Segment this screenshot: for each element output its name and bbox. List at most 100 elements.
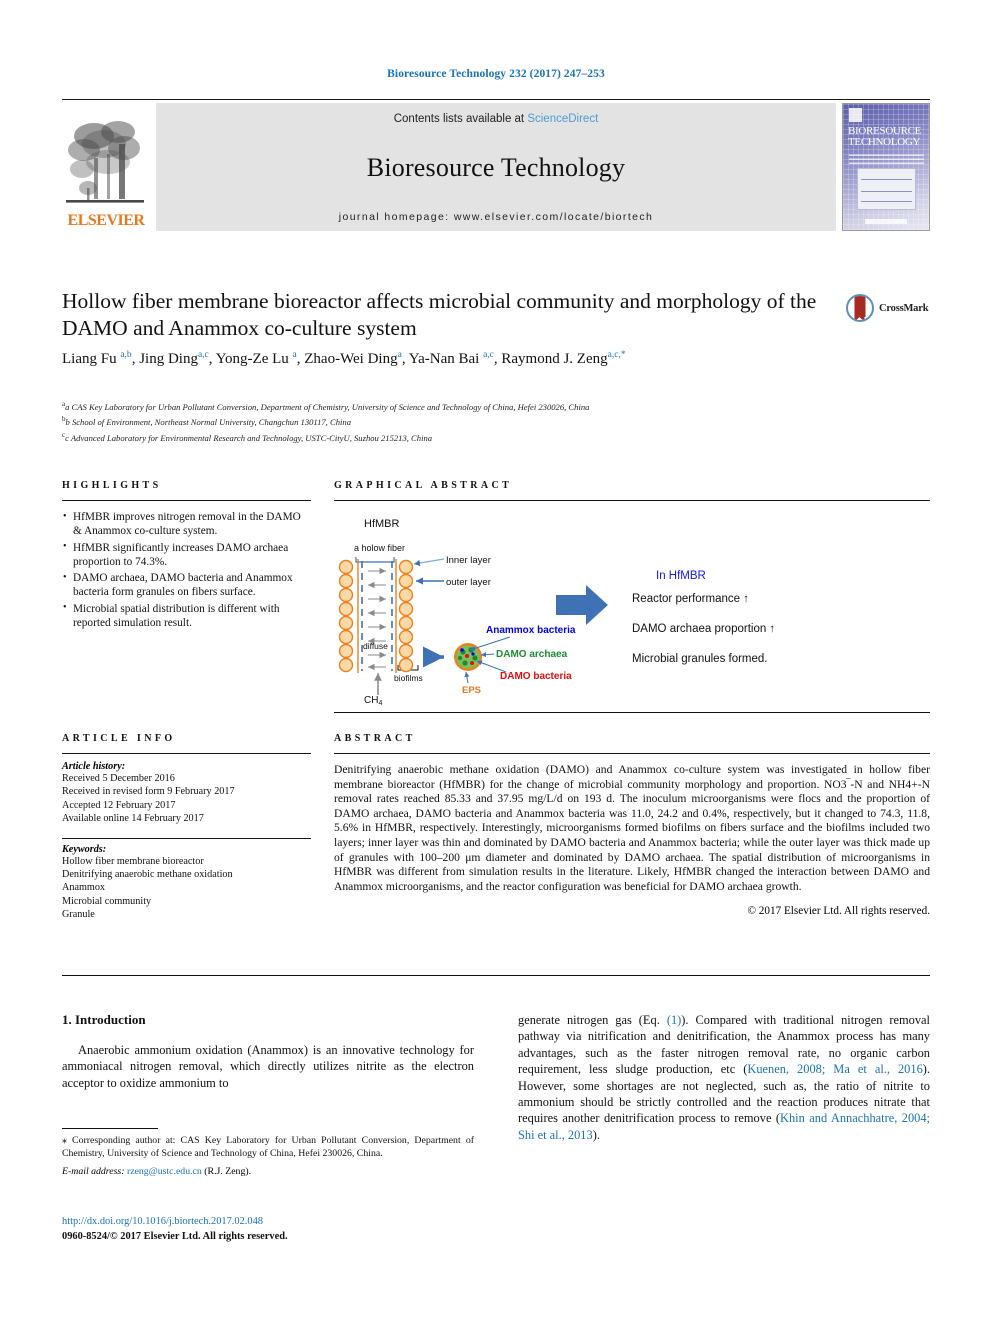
list-item: DAMO archaea, DAMO bacteria and Anammox … — [62, 571, 311, 600]
elsevier-logo: ELSEVIER — [62, 103, 150, 231]
cover-title: BIORESOURCE TECHNOLOGY — [848, 126, 925, 148]
keyword-item: Granule — [62, 909, 95, 921]
cover-footer-bar — [865, 219, 907, 224]
email-link[interactable]: rzeng@ustc.edu.cn — [127, 1166, 202, 1177]
eq-ref-link[interactable]: (1) — [667, 1013, 681, 1027]
crossmark-icon — [846, 294, 874, 322]
article-history-item: Received 5 December 2016 — [62, 773, 175, 784]
corresponding-author-note: ⁎ Corresponding author at: CAS Key Labor… — [62, 1135, 474, 1159]
crossmark-badge[interactable]: CrossMark — [846, 288, 942, 328]
article-info-section: ARTICLE INFO Article history: Received 5… — [62, 733, 311, 922]
email-label: E-mail address: — [62, 1166, 125, 1178]
ga-diffuse-label: diffuse — [363, 641, 388, 651]
graphical-abstract-svg: HfMBR a holow fiber biofilms diffuse CH4… — [338, 518, 775, 707]
keyword-item: Denitrifying anaerobic methane oxidation — [62, 869, 233, 881]
affiliation-text: a CAS Key Laboratory for Urban Pollutant… — [65, 401, 590, 412]
section-heading-introduction: 1. Introduction — [62, 1012, 146, 1027]
intro-text-a: generate nitrogen gas (Eq. — [518, 1013, 667, 1027]
intro-text-d: ). — [592, 1127, 600, 1142]
ga-outer-layer-label: outer layer — [446, 577, 491, 588]
ga-anammox-label: Anammox bacteria — [486, 625, 576, 636]
ga-damo-archaea-label: DAMO archaea — [496, 649, 568, 660]
abstract-heading: ABSTRACT — [334, 733, 416, 744]
intro-paragraph-right: generate nitrogen gas (Eq. (1)). Compare… — [518, 1012, 930, 1143]
highlights-list: HfMBR improves nitrogen removal in the D… — [62, 510, 311, 630]
keyword-item: Anammox — [62, 882, 106, 894]
contents-prefix: Contents lists available at — [393, 113, 528, 125]
email-suffix: (R.J. Zeng). — [204, 1166, 252, 1178]
list-item: HfMBR significantly increases DAMO archa… — [62, 540, 311, 570]
article-history-item: Available online 14 February 2017 — [62, 813, 204, 825]
cover-subtitle-lines — [849, 152, 924, 164]
article-history-item: Received in revised form 9 February 2017 — [62, 786, 235, 798]
page-title: Hollow fiber membrane bioreactor affects… — [62, 289, 817, 340]
cover-grid-pattern — [843, 104, 929, 230]
author-list: Liang Fu a,b, Jing Dinga,c, Yong-Ze Lu a… — [62, 350, 626, 367]
journal-cover-thumbnail: BIORESOURCE TECHNOLOGY — [842, 103, 930, 231]
journal-title: Bioresource Technology — [366, 153, 626, 182]
affiliation-list: aa CAS Key Laboratory for Urban Pollutan… — [62, 398, 922, 444]
journal-homepage[interactable]: journal homepage: www.elsevier.com/locat… — [339, 211, 654, 223]
affiliation-item: aa CAS Key Laboratory for Urban Pollutan… — [62, 400, 590, 412]
cover-elsevier-mark — [849, 108, 862, 122]
body-column-right: generate nitrogen gas (Eq. (1)). Compare… — [518, 1012, 930, 1149]
ga-big-arrow — [556, 585, 608, 625]
ga-fiber-label: a holow fiber — [354, 543, 405, 553]
ga-result-2: DAMO archaea proportion ↑ — [632, 623, 775, 635]
cover-title-line2: TECHNOLOGY — [848, 136, 921, 148]
sciencedirect-link[interactable]: ScienceDirect — [527, 113, 598, 125]
title-block: Hollow fiber membrane bioreactor affects… — [62, 288, 822, 342]
abstract-section: ABSTRACT Denitrifying anaerobic methane … — [334, 733, 930, 917]
ga-result-3: Microbial granules formed. — [632, 653, 768, 665]
keyword-item: Microbial community — [62, 895, 152, 907]
keywords-label: Keywords: — [62, 843, 107, 855]
list-item: HfMBR improves nitrogen removal in the D… — [62, 510, 311, 539]
keywords-divider — [62, 837, 311, 839]
footnote-block: ⁎ Corresponding author at: CAS Key Labor… — [62, 1135, 474, 1177]
highlights-heading: HIGHLIGHTS — [62, 480, 162, 491]
doi-link[interactable]: http://dx.doi.org/10.1016/j.biortech.201… — [62, 1216, 263, 1227]
ga-results-title: In HfMBR — [656, 570, 706, 582]
affiliation-item: bb School of Environment, Northeast Norm… — [62, 415, 352, 428]
article-history-item: Accepted 12 February 2017 — [62, 799, 176, 811]
elsevier-tree-icon — [66, 121, 144, 203]
ga-ch4-label: CH4 — [364, 695, 382, 705]
cover-figure-line-c — [861, 201, 912, 202]
graphical-abstract-heading: GRAPHICAL ABSTRACT — [334, 480, 513, 491]
article-info-heading: ARTICLE INFO — [62, 733, 176, 744]
cover-figure-line-b — [861, 191, 912, 192]
article-history-label: Article history: — [62, 761, 126, 772]
ga-fiber-circles-right — [398, 559, 414, 673]
ga-diffusion-arrows — [368, 567, 386, 671]
affiliation-item: cc Advanced Laboratory for Environmental… — [62, 430, 433, 443]
graphical-abstract-figure: HfMBR a holow fiber biofilms diffuse CH4… — [334, 509, 930, 707]
crossmark-label: CrossMark — [879, 302, 929, 314]
graphical-abstract-bottom-divider — [334, 712, 930, 713]
ga-fiber-circles-left — [338, 559, 354, 673]
header-divider — [62, 99, 930, 100]
abstract-rights: © 2017 Elsevier Ltd. All rights reserved… — [747, 905, 931, 918]
highlights-divider — [62, 500, 311, 501]
citation-link-1[interactable]: Kuenen, 2008; Ma et al., 2016 — [747, 1062, 922, 1076]
body-column-left: 1. Introduction Anaerobic ammonium oxida… — [62, 1012, 474, 1097]
affiliation-text: c Advanced Laboratory for Environmental … — [65, 432, 433, 443]
cover-figure-line-a — [861, 179, 912, 180]
article-info-divider — [62, 753, 311, 754]
journal-band: Contents lists available at ScienceDirec… — [156, 103, 836, 231]
body-top-divider — [62, 975, 930, 976]
graphical-abstract-section: GRAPHICAL ABSTRACT HfMBR a holow fiber b… — [334, 480, 930, 707]
intro-paragraph-left: Anaerobic ammonium oxidation (Anammox) i… — [62, 1043, 474, 1090]
ga-inner-layer-label: Inner layer — [446, 555, 491, 566]
ga-damo-bacteria-label: DAMO bacteria — [500, 671, 572, 682]
abstract-divider — [334, 753, 930, 754]
keyword-item: Hollow fiber membrane bioreactor — [62, 855, 204, 867]
ga-result-1: Reactor performance ↑ — [632, 593, 749, 605]
ga-eps-label: EPS — [462, 685, 481, 696]
abstract-body: Denitrifying anaerobic methane oxidation… — [334, 763, 930, 893]
cover-figure — [857, 168, 916, 210]
elsevier-wordmark: ELSEVIER — [67, 212, 145, 229]
affiliation-text: b School of Environment, Northeast Norma… — [65, 417, 352, 428]
paper-page: Bioresource Technology 232 (2017) 247–25… — [0, 0, 992, 1323]
highlights-section: HIGHLIGHTS HfMBR improves nitrogen remov… — [62, 480, 311, 632]
ga-biofilms-label: biofilms — [394, 673, 423, 683]
